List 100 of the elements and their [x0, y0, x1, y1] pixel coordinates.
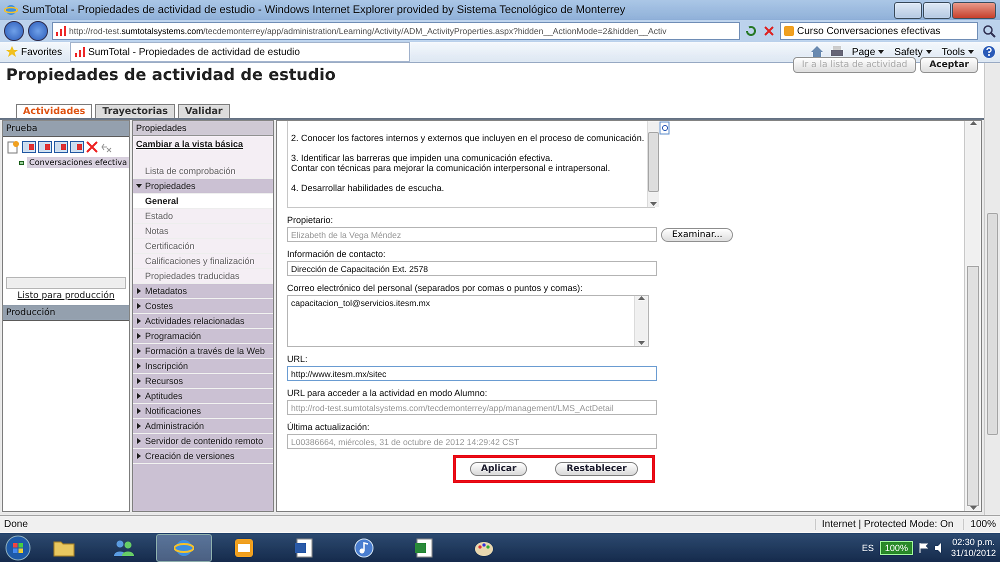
favorites-button[interactable]: Favorites [4, 46, 64, 58]
bars-icon [56, 26, 66, 36]
battery-indicator[interactable]: 100% [880, 541, 913, 555]
nav-section[interactable]: Programación [133, 329, 273, 344]
language-indicator[interactable]: ES [862, 543, 874, 553]
field-label: URL para acceder a la actividad en modo Alumno: [287, 388, 488, 398]
caret-icon [926, 49, 932, 55]
panel-header: Propiedades [133, 121, 273, 136]
scroll-down-icon[interactable] [650, 202, 658, 207]
command-menu[interactable]: Tools [940, 46, 976, 58]
zone-status: Internet | Protected Mode: On [814, 519, 954, 530]
bars-icon [75, 47, 86, 57]
field-label: Correo electrónico del personal (separados por comas o puntos y comas): [287, 283, 584, 293]
maximize-button[interactable] [923, 2, 951, 18]
nav-item[interactable]: General [133, 194, 273, 209]
action-button[interactable]: Restablecer [555, 462, 638, 476]
move-icon[interactable] [70, 141, 84, 153]
horizontal-scrollbar[interactable] [6, 277, 126, 289]
function-icon[interactable] [100, 141, 112, 153]
nav-item[interactable]: Lista de comprobación [133, 164, 273, 179]
home-icon[interactable] [810, 45, 824, 59]
new-item-icon[interactable] [6, 140, 20, 154]
caret-icon [136, 378, 142, 384]
search-field[interactable]: Curso Conversaciones efectivas [780, 22, 978, 40]
caret-icon [136, 288, 142, 294]
nav-item[interactable]: Certificación [133, 239, 273, 254]
delete-icon[interactable] [86, 141, 98, 153]
caret-icon [136, 348, 142, 354]
scroll-up-icon[interactable] [970, 121, 976, 126]
window-title: SumTotal - Propiedades de actividad de estudio - Windows Internet Explorer provided by Sistema Tecnológico de Monterrey [22, 4, 626, 16]
nav-item[interactable]: Estado [133, 209, 273, 224]
minimize-button[interactable] [894, 2, 922, 18]
tree-item[interactable]: Conversaciones efectiva [27, 157, 129, 168]
envelope-icon [234, 538, 254, 558]
tab[interactable]: Actividades [16, 104, 92, 118]
vertical-scrollbar[interactable] [964, 121, 981, 511]
text-line: 3. Identificar las barreras que impiden una comunicación efectiva. [291, 153, 554, 163]
search-icon[interactable] [982, 24, 996, 38]
close-button[interactable] [952, 2, 996, 18]
clock-date: 31/10/2012 [950, 548, 996, 559]
site-icon [784, 26, 794, 36]
page-scrollbar[interactable] [984, 63, 1000, 515]
caret-icon [136, 303, 142, 309]
input-field[interactable]: Dirección de Capacitación Ext. 2578 [287, 261, 657, 276]
address-field[interactable]: http://rod-test.sumtotalsystems.com/tecdemonterrey/app/administration/Learning/Activity/ADM_ActivityProperties.aspx?hidden__ActionMode=2&hidden__Activ [52, 22, 740, 40]
caret-icon [136, 183, 142, 189]
tab[interactable]: Trayectorias [95, 104, 175, 118]
tab[interactable]: Validar [178, 104, 230, 118]
browser-icon [4, 3, 18, 17]
move-icon[interactable] [54, 141, 68, 153]
panel-header: Producción [3, 305, 129, 321]
folder-icon [53, 539, 75, 557]
caret-icon [136, 393, 142, 399]
move-icon[interactable] [22, 141, 36, 153]
caret-icon [968, 49, 974, 55]
caret-icon [136, 438, 142, 444]
globe-icon [174, 538, 194, 558]
nav-item[interactable]: Propiedades traducidas [133, 269, 273, 284]
action-button[interactable]: Aplicar [470, 462, 528, 476]
command-menu[interactable]: Page [850, 46, 886, 58]
vertical-scrollbar[interactable] [647, 121, 660, 207]
stop-icon[interactable] [762, 24, 776, 38]
text-line: Contar con técnicas para mejorar la comunicación interpersonal e intrapersonal. [291, 163, 612, 173]
scroll-down-icon[interactable] [638, 341, 645, 346]
page-heading: Propiedades de actividad de estudio [6, 65, 336, 84]
text-line: 2. Conocer los factores internos y externos que incluyen en el proceso de comunicación. [291, 133, 644, 143]
scroll-up-icon[interactable] [638, 296, 645, 301]
print-icon[interactable] [830, 45, 844, 59]
caret-icon [136, 333, 142, 339]
move-icon[interactable] [38, 141, 52, 153]
forward-button[interactable] [28, 21, 48, 41]
help-icon[interactable] [982, 45, 996, 59]
browser-tab[interactable]: SumTotal - Propiedades de actividad de estudio [70, 42, 410, 62]
preview-icon[interactable] [659, 121, 671, 135]
caret-icon [136, 423, 142, 429]
input-field[interactable]: http://www.itesm.mx/sitec [287, 366, 657, 381]
nav-section[interactable]: Inscripción [133, 359, 273, 374]
command-menu[interactable]: Safety [892, 46, 934, 58]
zoom-control[interactable]: 100% [963, 519, 996, 530]
text-line: 4. Desarrollar habilidades de escucha. [291, 183, 446, 193]
nav-section[interactable]: Formación a través de la Web [133, 344, 273, 359]
production-link[interactable]: Listo para producción [3, 289, 129, 305]
nav-item[interactable]: Calificaciones y finalización [133, 254, 273, 269]
caret-icon [136, 453, 142, 459]
page-button[interactable]: Aceptar [920, 57, 978, 73]
document-icon [294, 538, 314, 558]
nav-item[interactable]: Notas [133, 224, 273, 239]
text-area[interactable]: capacitacion_tol@servicios.itesm.mx [287, 295, 649, 347]
status-text: Done [4, 519, 28, 530]
refresh-icon[interactable] [744, 24, 758, 38]
spreadsheet-icon [414, 538, 434, 558]
nav-section[interactable]: Administración [133, 419, 273, 434]
field-label: Información de contacto: [287, 249, 387, 259]
field-value: capacitacion_tol@servicios.itesm.mx [291, 298, 430, 308]
flag-icon[interactable] [918, 543, 929, 553]
nav-section[interactable]: Creación de versiones [133, 449, 273, 464]
start-button[interactable] [4, 534, 32, 562]
back-button[interactable] [4, 21, 24, 41]
panel-header: Prueba [3, 121, 129, 137]
field-label: URL: [287, 354, 309, 364]
